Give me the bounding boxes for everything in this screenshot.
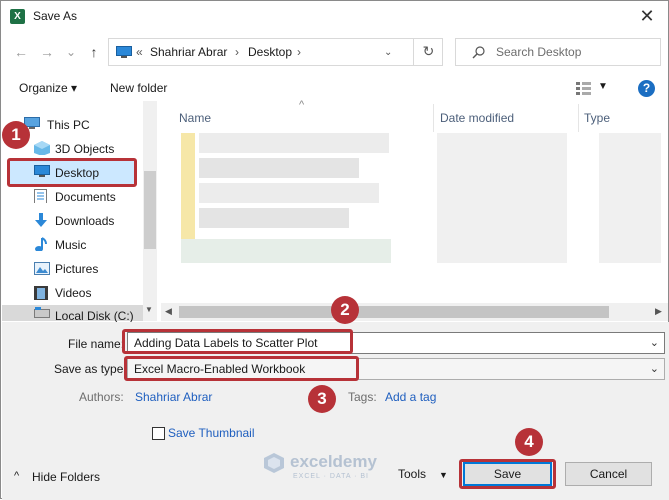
tags-input[interactable]: Add a tag — [385, 390, 436, 404]
hide-folders-button[interactable]: Hide Folders — [32, 470, 100, 484]
watermark-tagline: EXCEL · DATA · BI — [293, 473, 369, 480]
file-name-label: File name: — [68, 337, 125, 351]
file-list-scrollbar-thumb[interactable] — [179, 306, 609, 318]
address-bar[interactable]: « Shahriar Abrar › Desktop › ⌄ — [108, 38, 443, 66]
breadcrumb-user[interactable]: Shahriar Abrar — [150, 45, 227, 59]
breadcrumb-separator-icon: › — [235, 45, 239, 59]
authors-label: Authors: — [79, 390, 124, 404]
sidebar-scrollbar-thumb[interactable] — [144, 171, 156, 249]
sidebar-item-documents[interactable]: Documents — [55, 190, 116, 204]
sidebar-item-3d-objects[interactable]: 3D Objects — [55, 142, 114, 156]
sidebar-item-local-disk[interactable]: Local Disk (C:) — [55, 309, 134, 323]
breadcrumb-chevron-icon[interactable]: › — [297, 45, 301, 59]
authors-value[interactable]: Shahriar Abrar — [135, 390, 212, 404]
callout-box-desktop — [7, 158, 137, 187]
close-icon[interactable]: ✕ — [633, 5, 661, 29]
dialog-title: Save As — [33, 9, 78, 23]
save-thumbnail-checkbox[interactable] — [152, 427, 165, 440]
refresh-icon[interactable]: ↻ — [413, 38, 443, 66]
help-icon[interactable]: ? — [638, 80, 655, 97]
column-divider[interactable] — [578, 104, 579, 132]
search-icon — [472, 46, 485, 59]
recent-locations-icon[interactable]: ⌄ — [61, 41, 81, 63]
callout-badge-2: 2 — [331, 296, 359, 324]
sidebar-item-downloads[interactable]: Downloads — [55, 214, 114, 228]
sidebar-scroll-down-icon[interactable]: ▼ — [145, 305, 153, 314]
cancel-button[interactable]: Cancel — [565, 462, 652, 486]
title-bar: X Save As ✕ — [1, 1, 668, 33]
videos-icon — [34, 286, 48, 300]
forward-arrow-icon[interactable]: → — [37, 41, 57, 63]
up-arrow-icon[interactable]: ↑ — [84, 41, 104, 63]
music-icon — [35, 237, 47, 251]
3d-objects-icon — [34, 141, 50, 155]
documents-icon — [34, 189, 47, 203]
breadcrumb-desktop[interactable]: Desktop — [248, 45, 292, 59]
exceldemy-logo-icon — [264, 453, 284, 473]
organize-menu[interactable]: Organize ▾ — [19, 81, 77, 95]
save-as-dialog: X Save As ✕ ← → ⌄ ↑ « Shahriar Abrar › D… — [0, 0, 669, 500]
local-disk-icon — [34, 307, 50, 318]
callout-badge-4: 4 — [515, 428, 543, 456]
hide-folders-chevron-icon[interactable]: ^ — [14, 470, 19, 482]
back-arrow-icon[interactable]: ← — [11, 41, 31, 63]
address-dropdown-icon[interactable]: ⌄ — [384, 47, 392, 58]
sidebar-item-music[interactable]: Music — [55, 238, 86, 252]
column-header-type[interactable]: Type — [584, 111, 610, 125]
downloads-icon — [35, 213, 47, 227]
callout-badge-3: 3 — [308, 385, 336, 413]
callout-box-save — [459, 459, 556, 489]
file-name-dropdown-icon[interactable]: ⌄ — [650, 336, 659, 349]
watermark-name: exceldemy — [290, 452, 377, 471]
sort-ascending-icon: ^ — [299, 99, 305, 111]
sidebar-item-pictures[interactable]: Pictures — [55, 262, 98, 276]
tags-label: Tags: — [348, 390, 377, 404]
search-placeholder: Search Desktop — [496, 45, 582, 59]
scroll-right-icon[interactable]: ▶ — [655, 306, 662, 317]
desktop-icon — [116, 46, 132, 58]
callout-box-save-type — [124, 356, 359, 381]
save-thumbnail-label[interactable]: Save Thumbnail — [168, 426, 255, 440]
address-overflow-icon[interactable]: « — [136, 45, 143, 59]
pictures-icon — [34, 262, 50, 275]
column-header-date-modified[interactable]: Date modified — [440, 111, 514, 125]
excel-app-icon: X — [10, 9, 25, 24]
tools-menu[interactable]: Tools — [398, 467, 426, 481]
callout-box-file-name — [122, 329, 353, 354]
sidebar-item-this-pc[interactable]: This PC — [47, 118, 90, 132]
sidebar-item-videos[interactable]: Videos — [55, 286, 91, 300]
view-options-icon[interactable] — [576, 81, 592, 95]
new-folder-button[interactable]: New folder — [110, 81, 167, 95]
callout-badge-1: 1 — [2, 121, 30, 149]
search-input[interactable]: Search Desktop — [455, 38, 661, 66]
scroll-left-icon[interactable]: ◀ — [165, 306, 172, 317]
column-header-name[interactable]: Name — [179, 111, 211, 125]
save-type-dropdown-icon[interactable]: ⌄ — [650, 362, 659, 375]
view-dropdown-icon[interactable]: ▼ — [598, 81, 608, 92]
column-divider[interactable] — [433, 104, 434, 132]
save-type-label: Save as type: — [54, 362, 127, 376]
tools-dropdown-icon[interactable]: ▼ — [439, 470, 448, 480]
